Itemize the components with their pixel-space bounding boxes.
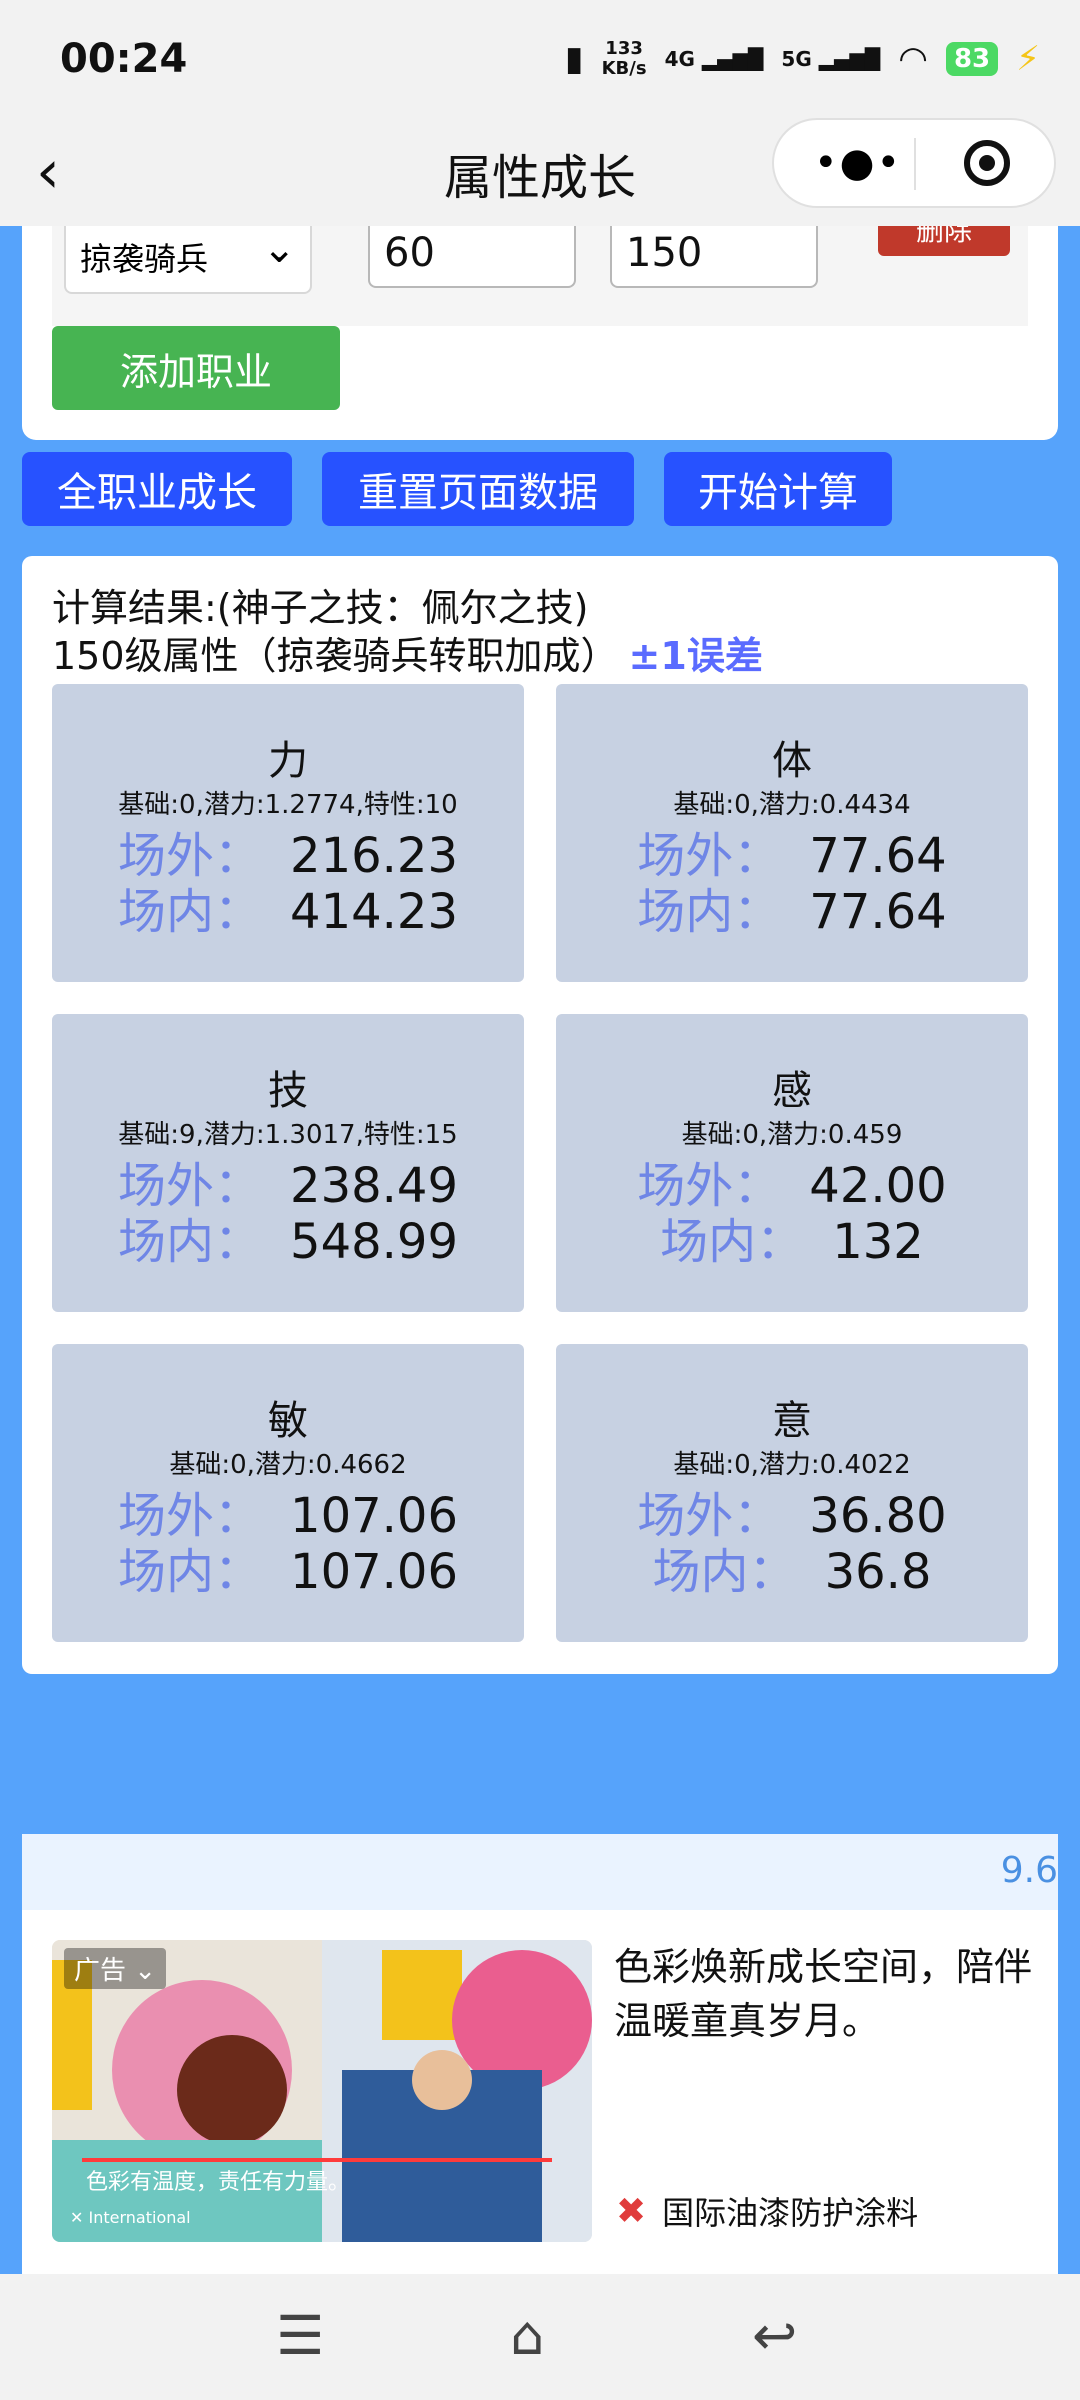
stat-name: 感 (772, 1068, 812, 1114)
signal-4g: 4G ▂▄▆█ (664, 47, 764, 71)
net-speed: 133 KB/s (602, 39, 647, 79)
ad-tag: 广告 ⌄ (64, 1948, 167, 1989)
signal-5g: 5G ▂▄▆█ (781, 47, 881, 71)
stat-card-technique: 技 基础:9,潜力:1.3017,特性:15 场外： 238.49 场内： 548.… (52, 1014, 524, 1312)
wifi-icon: ◠ (898, 39, 928, 79)
system-nav-bar: ☰ ⌂ ↩ (0, 2274, 1080, 2400)
ad-brand-name: 国际油漆防护涂料 (662, 2194, 919, 2232)
net-speed-unit: KB/s (601, 58, 647, 79)
in-label: 场内： (118, 1214, 263, 1270)
clock: 00:24 (60, 36, 188, 82)
ad-headline[interactable]: 色彩焕新成长空间，陪伴温暖童真岁月。 (614, 1940, 1034, 2048)
in-label: 场内： (660, 1214, 805, 1270)
ad-strip: 9.6 (22, 1834, 1058, 1910)
target-icon[interactable] (964, 140, 1010, 186)
stat-name: 技 (268, 1068, 308, 1114)
stat-card-agility: 敏 基础:0,潜力:0.4662 场外： 107.06 场内： 107.06 (52, 1344, 524, 1642)
all-job-growth-button[interactable]: 全职业成长 (22, 452, 292, 526)
ad-image[interactable]: 广告 ⌄ 色彩有温度，责任有力量。 ✕ International (52, 1940, 592, 2242)
sim2-label: 5G (781, 47, 812, 71)
ellipsis-icon[interactable]: •●• (814, 140, 902, 186)
ad-image-caption: 色彩有温度，责任有力量。 (86, 2170, 351, 2195)
in-label: 场内： (118, 884, 263, 940)
ad-video-progress (82, 2158, 552, 2162)
in-value: 548.99 (290, 1214, 458, 1270)
stat-card-constitution: 体 基础:0,潜力:0.4434 场外： 77.64 场内： 77.64 (556, 684, 1028, 982)
level-from-input[interactable]: 60 (368, 226, 576, 288)
stat-card-strength: 力 基础:0,潜力:1.2774,特性:10 场外： 216.23 场内： 414.… (52, 684, 524, 982)
job-config-card: 掠袭骑兵 ⌄ 60 150 删除 添加职业 (22, 226, 1058, 440)
ad-image-logo-text: International (88, 2208, 191, 2227)
net-speed-value: 133 (605, 38, 643, 59)
battery-indicator: 83 (945, 42, 999, 76)
in-value: 36.8 (824, 1544, 932, 1600)
status-bar: 00:24 ▮ 133 KB/s 4G ▂▄▆█ 5G ▂▄▆█ ◠ 83 ⚡ (0, 0, 1080, 118)
stat-name: 体 (772, 738, 812, 784)
home-icon[interactable]: ⌂ (510, 2304, 544, 2367)
start-calc-button[interactable]: 开始计算 (664, 452, 892, 526)
stat-card-sense: 感 基础:0,潜力:0.459 场外： 42.00 场内： 132 (556, 1014, 1028, 1312)
in-label: 场内： (637, 884, 782, 940)
menu-icon[interactable]: ☰ (276, 2304, 324, 2367)
reset-page-button[interactable]: 重置页面数据 (322, 452, 634, 526)
in-value: 107.06 (290, 1544, 458, 1600)
vibrate-icon: ▮ (564, 39, 584, 79)
ad-brand[interactable]: ✖ 国际油漆防护涂料 (616, 2188, 918, 2234)
add-job-button[interactable]: 添加职业 (52, 326, 340, 410)
stat-in-line: 场内： 36.8 (556, 1532, 1028, 1602)
chevron-down-icon: ⌄ (262, 226, 296, 272)
error-note: ±1误差 (628, 634, 763, 678)
level-to-input[interactable]: 150 (610, 226, 818, 288)
in-label: 场内： (652, 1544, 797, 1600)
stat-in-line: 场内： 107.06 (52, 1532, 524, 1602)
stat-in-line: 场内： 77.64 (556, 872, 1028, 942)
job-select[interactable]: 掠袭骑兵 ⌄ (64, 226, 312, 294)
title-bar: ‹ 属性成长 •●• (0, 118, 1080, 226)
in-value: 132 (832, 1214, 924, 1270)
result-subtitle: 150级属性（掠袭骑兵转职加成） ±1误差 (52, 632, 763, 680)
ad-tag-text: 广告 (74, 1956, 127, 1986)
stat-card-will: 意 基础:0,潜力:0.4022 场外： 36.80 场内： 36.8 (556, 1344, 1028, 1642)
in-value: 77.64 (809, 884, 947, 940)
in-label: 场内： (118, 1544, 263, 1600)
ad-card[interactable]: 广告 ⌄ 色彩有温度，责任有力量。 ✕ International 色彩焕新成长… (22, 1910, 1058, 2274)
job-row: 掠袭骑兵 ⌄ 60 150 删除 (52, 226, 1028, 326)
stat-in-line: 场内： 132 (556, 1202, 1028, 1272)
stat-name: 力 (268, 738, 308, 784)
brand-logo-icon: ✖ (616, 2190, 647, 2232)
back-icon[interactable]: ↩ (752, 2304, 797, 2367)
status-icons: ▮ 133 KB/s 4G ▂▄▆█ 5G ▂▄▆█ ◠ 83 ⚡ (564, 39, 1040, 80)
result-card: 计算结果:(神子之技：佩尔之技) 150级属性（掠袭骑兵转职加成） ±1误差 力 … (22, 556, 1058, 1674)
ad-strip-number: 9.6 (1000, 1850, 1058, 1891)
delete-button[interactable]: 删除 (878, 226, 1010, 256)
capsule-divider (914, 138, 916, 190)
stat-in-line: 场内： 548.99 (52, 1202, 524, 1272)
charging-icon: ⚡ (1016, 39, 1040, 79)
result-title: 计算结果:(神子之技：佩尔之技) (52, 586, 589, 630)
mini-program-capsule: •●• (772, 118, 1056, 208)
stat-name: 意 (772, 1398, 812, 1444)
in-value: 414.23 (290, 884, 458, 940)
stat-in-line: 场内： 414.23 (52, 872, 524, 942)
ad-image-logo: ✕ International (70, 2208, 191, 2227)
sim1-label: 4G (664, 47, 695, 71)
result-subtitle-text: 150级属性（掠袭骑兵转职加成） (52, 634, 619, 678)
stat-name: 敏 (268, 1398, 308, 1444)
job-select-value: 掠袭骑兵 (80, 240, 209, 278)
